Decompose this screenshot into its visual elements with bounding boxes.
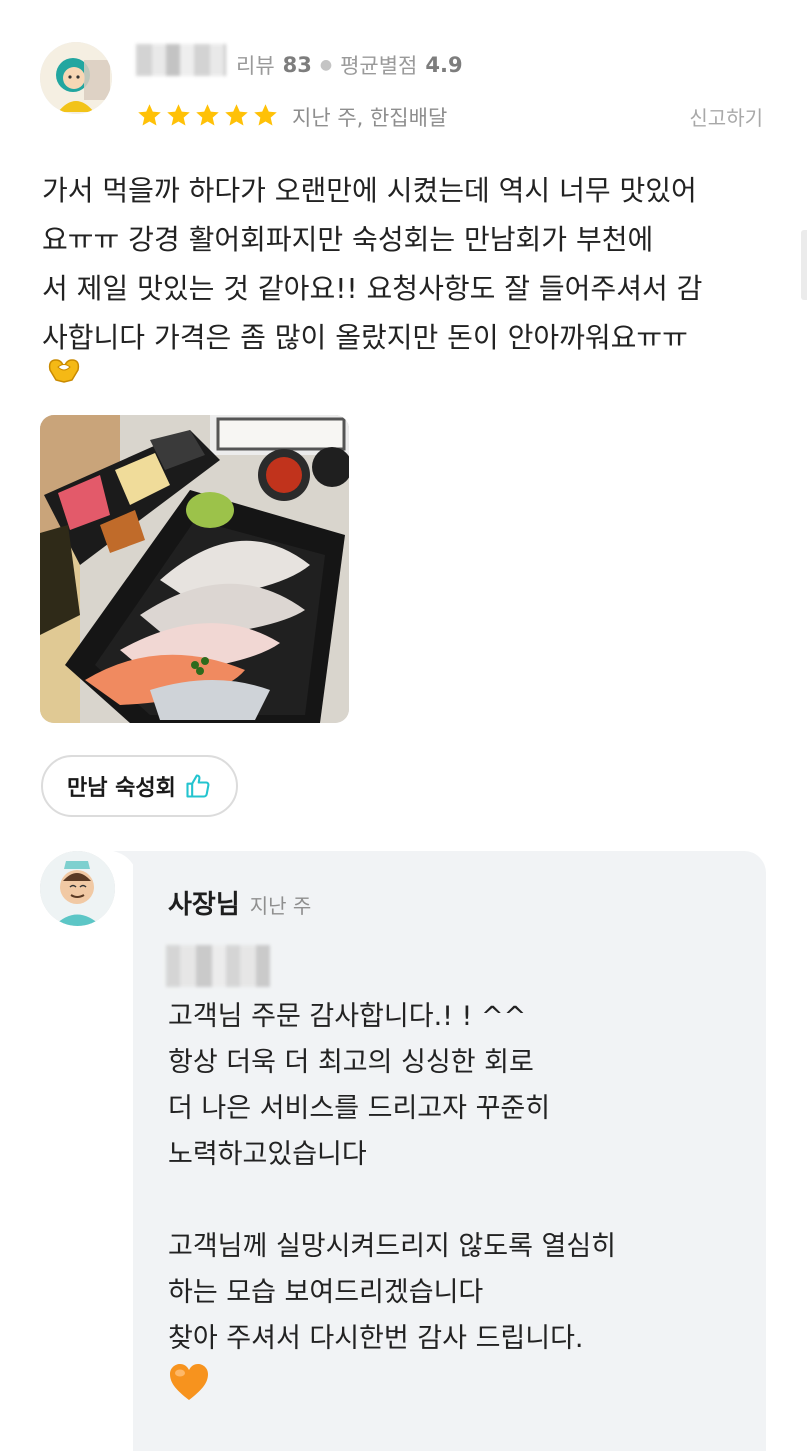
star-icon xyxy=(225,104,248,126)
reviewer-name-blurred xyxy=(136,44,226,76)
separator-dot: ● xyxy=(319,57,333,73)
owner-avatar xyxy=(40,851,115,926)
heart-hands-icon xyxy=(44,356,84,388)
report-button[interactable]: 신고하기 xyxy=(689,102,763,131)
rating-stars xyxy=(136,102,279,129)
review-photo[interactable] xyxy=(40,415,349,723)
reviewer-avatar[interactable] xyxy=(40,42,112,114)
review-count-label: 리뷰 xyxy=(236,54,275,78)
review-time-and-order-type: 지난 주, 한집배달 xyxy=(292,106,448,130)
owner-character-icon xyxy=(40,851,115,926)
star-icon xyxy=(254,104,277,126)
customer-name-blurred xyxy=(166,945,270,987)
review-text: 가서 먹을까 하다가 오랜만에 시켰는데 역시 너무 맛있어 요ㅠㅠ 강경 활어… xyxy=(42,174,703,354)
menu-chip-label: 만남 숙성회 xyxy=(67,776,176,801)
avg-rating: 4.9 xyxy=(425,53,463,77)
star-icon xyxy=(196,104,219,126)
scroll-indicator[interactable] xyxy=(801,230,807,300)
star-icon xyxy=(167,104,190,126)
sashimi-photo-image xyxy=(40,415,349,723)
menu-recommend-chip[interactable]: 만남 숙성회 xyxy=(41,755,238,817)
owner-name: 사장님 xyxy=(168,890,240,920)
reviewer-stats: 리뷰 83 ● 평균별점 4.9 xyxy=(236,50,463,80)
user-avatar-icon xyxy=(40,42,112,114)
review-count: 83 xyxy=(282,53,312,77)
owner-reply-time: 지난 주 xyxy=(249,894,312,918)
thumbs-up-icon xyxy=(186,774,210,798)
orange-heart-icon xyxy=(168,1362,210,1406)
star-icon xyxy=(138,104,161,126)
owner-reply-text: 고객님 주문 감사합니다.! ! ^^ 항상 더욱 더 최고의 싱싱한 회로 더… xyxy=(168,1001,617,1354)
owner-reply-header: 사장님 지난 주 xyxy=(168,884,311,921)
avg-rating-label: 평균별점 xyxy=(340,54,418,78)
